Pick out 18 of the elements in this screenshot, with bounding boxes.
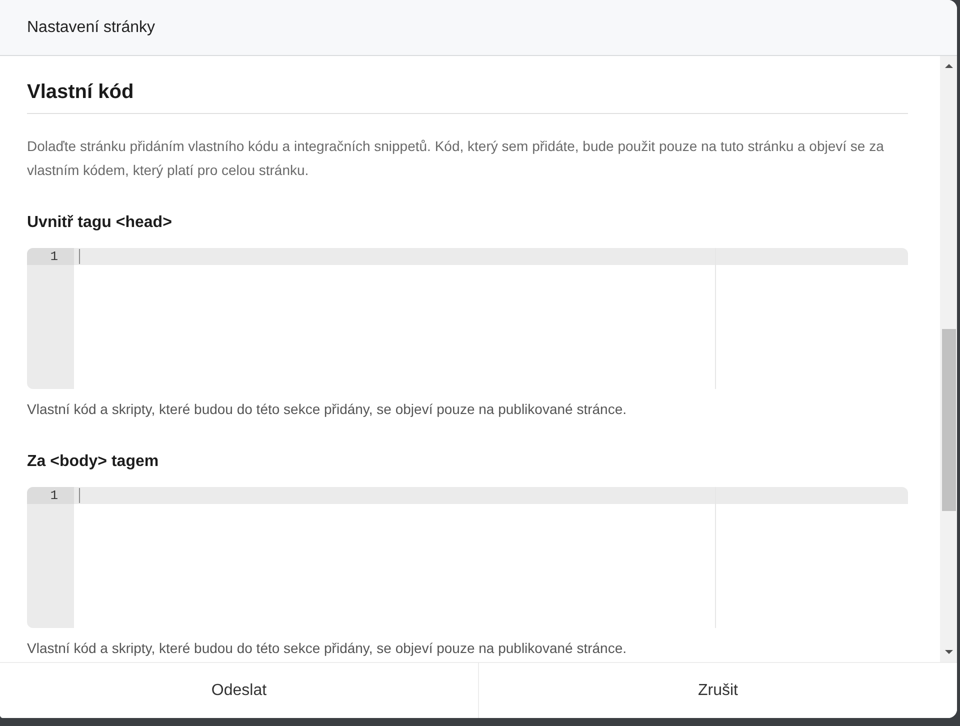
- help-text: Vlastní kód a skripty, které budou do této sekce přidány, se objeví pouze na publikované stránce.: [27, 400, 628, 419]
- line-number: 1: [27, 487, 74, 504]
- text-cursor-icon: [79, 249, 80, 264]
- dialog-title: Nastavení stránky: [27, 18, 156, 36]
- section-title: Vlastní kód: [27, 80, 135, 104]
- code-editor[interactable]: 1: [27, 248, 908, 389]
- scroll-up-icon[interactable]: [944, 64, 952, 68]
- scrollbar-thumb[interactable]: [942, 329, 956, 511]
- cancel-button[interactable]: Zrušit: [478, 663, 957, 718]
- scroll-down-icon[interactable]: [944, 650, 952, 654]
- scrollbar-track[interactable]: [940, 56, 957, 662]
- text-cursor-icon: [79, 488, 80, 503]
- field-label: Za <body> tagem: [27, 452, 160, 472]
- help-text: Vlastní kód a skripty, které budou do této sekce přidány, se objeví pouze na publikované stránce.: [27, 639, 628, 658]
- code-editor[interactable]: 1: [27, 487, 908, 628]
- field-label: Uvnitř tagu <head>: [27, 213, 173, 233]
- section-description: Dolaďte stránku přidáním vlastního kódu a integračních snippetů. Kód, který sem přidáte, bude použit pouze na tuto stránku a objeví se za vlastním kódem, který platí pro celou stránku.: [27, 137, 885, 180]
- line-number: 1: [27, 248, 74, 265]
